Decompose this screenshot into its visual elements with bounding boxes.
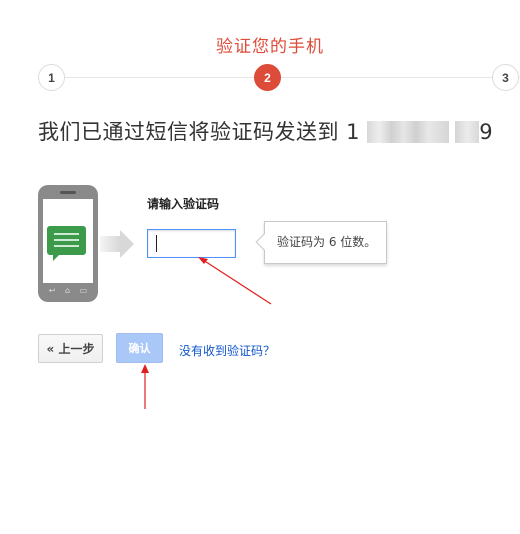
annotation-arrow-input: [199, 257, 272, 305]
tooltip-text: 验证码为 6 位数。: [277, 235, 377, 249]
arrow-right-icon: [100, 236, 120, 252]
code-input-label: 请输入验证码: [147, 197, 220, 211]
redacted-number-end: [455, 121, 480, 143]
annotation-arrow-confirm-head: [141, 364, 149, 373]
step-2-current: 2: [254, 64, 281, 91]
tooltip-pointer: [255, 233, 273, 251]
verification-code-input[interactable]: [147, 229, 236, 258]
code-length-tooltip: 验证码为 6 位数。: [255, 221, 387, 264]
arrow-right-head: [120, 230, 134, 258]
resend-code-link[interactable]: 没有收到验证码？: [179, 342, 275, 359]
confirm-button[interactable]: 确认: [116, 333, 163, 363]
step-3: 3: [492, 64, 519, 91]
annotation-arrow-input-head: [198, 257, 208, 264]
phone-speaker: [60, 191, 76, 194]
back-button[interactable]: « 上一步: [38, 334, 103, 363]
page-title: 验证您的手机: [216, 37, 324, 57]
sms-icon: [47, 226, 86, 261]
text-caret: [156, 235, 157, 252]
headline-tail: 9: [479, 120, 494, 144]
sms-sent-headline: 我们已通过短信将验证码发送到 1 9: [38, 116, 493, 146]
phone-keys: ↩ ⌂ ▭: [48, 286, 88, 295]
redacted-number: [367, 121, 450, 143]
progress-line: [52, 77, 520, 78]
headline-text: 我们已通过短信将验证码发送到 1: [38, 120, 361, 144]
step-1: 1: [38, 64, 65, 91]
